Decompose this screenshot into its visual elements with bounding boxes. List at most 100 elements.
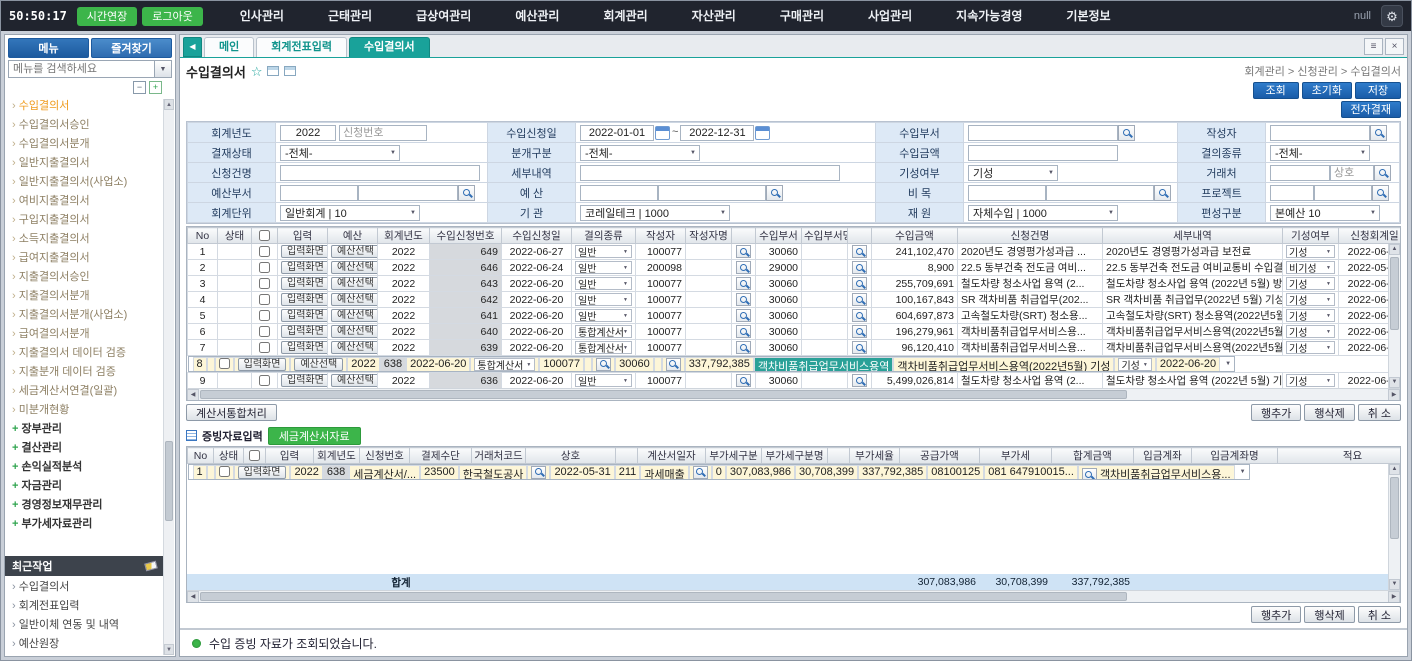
recent-task-item[interactable]: 회계전표입력 <box>12 597 163 616</box>
input-screen-button[interactable]: 입력화면 <box>281 277 328 290</box>
cell-check[interactable] <box>215 357 234 372</box>
income-grid-row[interactable]: 2 입력화면 예산선택 2022 646 2022-06-24 일반 2 <box>188 260 1402 276</box>
cell-budget[interactable]: 예산선택 <box>328 260 378 276</box>
input-screen-button[interactable]: 입력화면 <box>238 358 287 371</box>
dept-search-icon[interactable] <box>852 293 867 306</box>
cell-check[interactable] <box>252 373 278 389</box>
cell-check[interactable] <box>252 308 278 324</box>
menu-tree-item[interactable]: 수입결의서승인 <box>12 116 163 135</box>
cell-giseong[interactable]: 기성 <box>1283 308 1339 324</box>
delete-row-button[interactable]: 행삭제 <box>1304 606 1354 623</box>
tab-scroll-left-icon[interactable]: ◀ <box>183 37 202 57</box>
request-no-input[interactable] <box>339 125 427 141</box>
col-input[interactable]: 입력 <box>278 228 328 244</box>
menu-search-input[interactable] <box>8 60 155 78</box>
writer-search-icon[interactable] <box>736 325 751 338</box>
col-no[interactable]: No <box>188 448 214 464</box>
top-menu-item[interactable]: 지속가능경영 <box>934 1 1044 31</box>
tab-close-icon[interactable]: × <box>1385 38 1404 55</box>
dept-search-icon[interactable] <box>852 325 867 338</box>
budget-dept-search-icon[interactable] <box>458 185 475 201</box>
cell-check[interactable] <box>252 340 278 356</box>
compile-select[interactable]: 본예산 10 <box>1270 205 1380 221</box>
top-menu-item[interactable]: 자산관리 <box>670 1 758 31</box>
dept-search-icon[interactable] <box>852 261 867 274</box>
select-all-checkbox[interactable] <box>259 230 270 241</box>
settings-gear-icon[interactable]: ⚙ <box>1381 5 1403 27</box>
income-grid-row[interactable]: 6 입력화면 예산선택 2022 640 2022-06-20 통합계산서 <box>188 324 1402 340</box>
project-search-icon[interactable] <box>1372 185 1389 201</box>
income-grid-row[interactable]: 5 입력화면 예산선택 2022 641 2022-06-20 일반 1 <box>188 308 1402 324</box>
giseong-cell-select[interactable]: 비기성 <box>1286 261 1335 274</box>
cell-title[interactable]: 고속철도차량(SRT) 청소용... <box>958 308 1103 324</box>
decision-type-cell-select[interactable]: 일반 <box>575 277 632 290</box>
project-name-input[interactable] <box>1314 185 1372 201</box>
cell-detail[interactable]: 객차비품취급업무서비스용역(2022년5월) 기성 <box>893 357 1114 372</box>
row-checkbox[interactable] <box>259 342 270 353</box>
favorite-star-icon[interactable]: ☆ <box>251 65 263 78</box>
decision-type-select[interactable]: -전체- <box>1270 145 1370 161</box>
decision-type-cell-select[interactable]: 일반 <box>575 309 632 322</box>
vendor-search-icon[interactable] <box>1374 165 1391 181</box>
dept-search-icon[interactable] <box>852 374 867 387</box>
giseong-cell-select[interactable]: 기성 <box>1286 325 1335 338</box>
cell-title[interactable]: 객차비품취급업무서비스용... <box>958 340 1103 356</box>
row-checkbox[interactable] <box>259 326 270 337</box>
cell-input[interactable]: 입력화면 <box>278 244 328 260</box>
tab-list-icon[interactable]: ≡ <box>1364 38 1383 55</box>
budget-select-button[interactable]: 예산선택 <box>331 341 378 354</box>
writer-search-icon[interactable] <box>1370 125 1387 141</box>
cell-writer-search[interactable] <box>732 276 756 292</box>
cell-decision-type[interactable]: 통합계산서 <box>470 357 539 372</box>
delete-row-button[interactable]: 행삭제 <box>1304 404 1354 421</box>
cell-dept-search[interactable] <box>848 260 872 276</box>
project-code-input[interactable] <box>1270 185 1314 201</box>
cell-input[interactable]: 입력화면 <box>234 357 291 372</box>
new-window-icon[interactable] <box>284 66 296 76</box>
dept-search-icon[interactable] <box>852 341 867 354</box>
cell-detail[interactable]: SR 객차비품 취급업무(2022년 5월) 기성 <box>1103 292 1283 308</box>
menu-tree-group[interactable]: 손익실적분석 <box>12 458 163 477</box>
cell-giseong[interactable]: 비기성 <box>1283 260 1339 276</box>
giseong-cell-select[interactable]: 기성 <box>1286 245 1335 258</box>
row-checkbox[interactable] <box>259 375 270 386</box>
bimok-code-input[interactable] <box>968 185 1046 201</box>
col-budget[interactable]: 예산 <box>328 228 378 244</box>
budget-select-button[interactable]: 예산선택 <box>331 277 378 290</box>
top-menu-item[interactable]: 인사관리 <box>218 1 306 31</box>
dept-search-icon[interactable] <box>852 245 867 258</box>
cell-title[interactable]: SR 객차비품 취급업무(202... <box>958 292 1103 308</box>
cell-dept-search[interactable] <box>848 276 872 292</box>
col-detail[interactable]: 세부내역 <box>1103 228 1283 244</box>
cell-budget[interactable]: 예산선택 <box>328 340 378 356</box>
tab-income-decision[interactable]: 수입결의서 <box>349 37 430 57</box>
budget-select-button[interactable]: 예산선택 <box>331 309 378 322</box>
giseong-cell-select[interactable]: 기성 <box>1286 341 1335 354</box>
col-income-dept[interactable]: 수입부서 <box>756 228 802 244</box>
cell-dept-search[interactable] <box>848 244 872 260</box>
cell-decision-type[interactable]: 일반 <box>572 292 636 308</box>
top-menu-item[interactable]: 급상여관리 <box>394 1 493 31</box>
vendor-search-icon[interactable] <box>531 466 546 479</box>
cell-decision-type[interactable]: 통합계산서 <box>572 340 636 356</box>
invoice-merge-button[interactable]: 계산서통합처리 <box>186 404 277 421</box>
dept-search-icon[interactable] <box>852 277 867 290</box>
col-memo[interactable]: 적요 <box>1278 448 1402 464</box>
budget-code-input[interactable] <box>580 185 658 201</box>
decision-type-cell-select[interactable]: 일반 <box>575 245 632 258</box>
decision-type-cell-select[interactable]: 일반 <box>575 374 632 387</box>
cell-check[interactable] <box>252 292 278 308</box>
col-year[interactable]: 회계년도 <box>314 448 360 464</box>
scrollbar-thumb[interactable] <box>1390 477 1399 539</box>
cell-giseong[interactable]: 기성 <box>1283 244 1339 260</box>
electronic-approval-button[interactable]: 전자결재 <box>1341 101 1401 118</box>
recent-task-item[interactable]: 일반이체 연동 및 내역 <box>12 616 163 635</box>
budget-dept-code-input[interactable] <box>280 185 358 201</box>
org-select[interactable]: 코레일테크 | 1000 <box>580 205 730 221</box>
writer-search-icon[interactable] <box>736 245 751 258</box>
top-menu-item[interactable]: 사업관리 <box>846 1 934 31</box>
budget-select-button[interactable]: 예산선택 <box>331 261 378 274</box>
cell-dept-search[interactable] <box>848 292 872 308</box>
recent-task-item[interactable]: 예산원장 <box>12 635 163 654</box>
cell-decision-type[interactable]: 일반 <box>572 244 636 260</box>
